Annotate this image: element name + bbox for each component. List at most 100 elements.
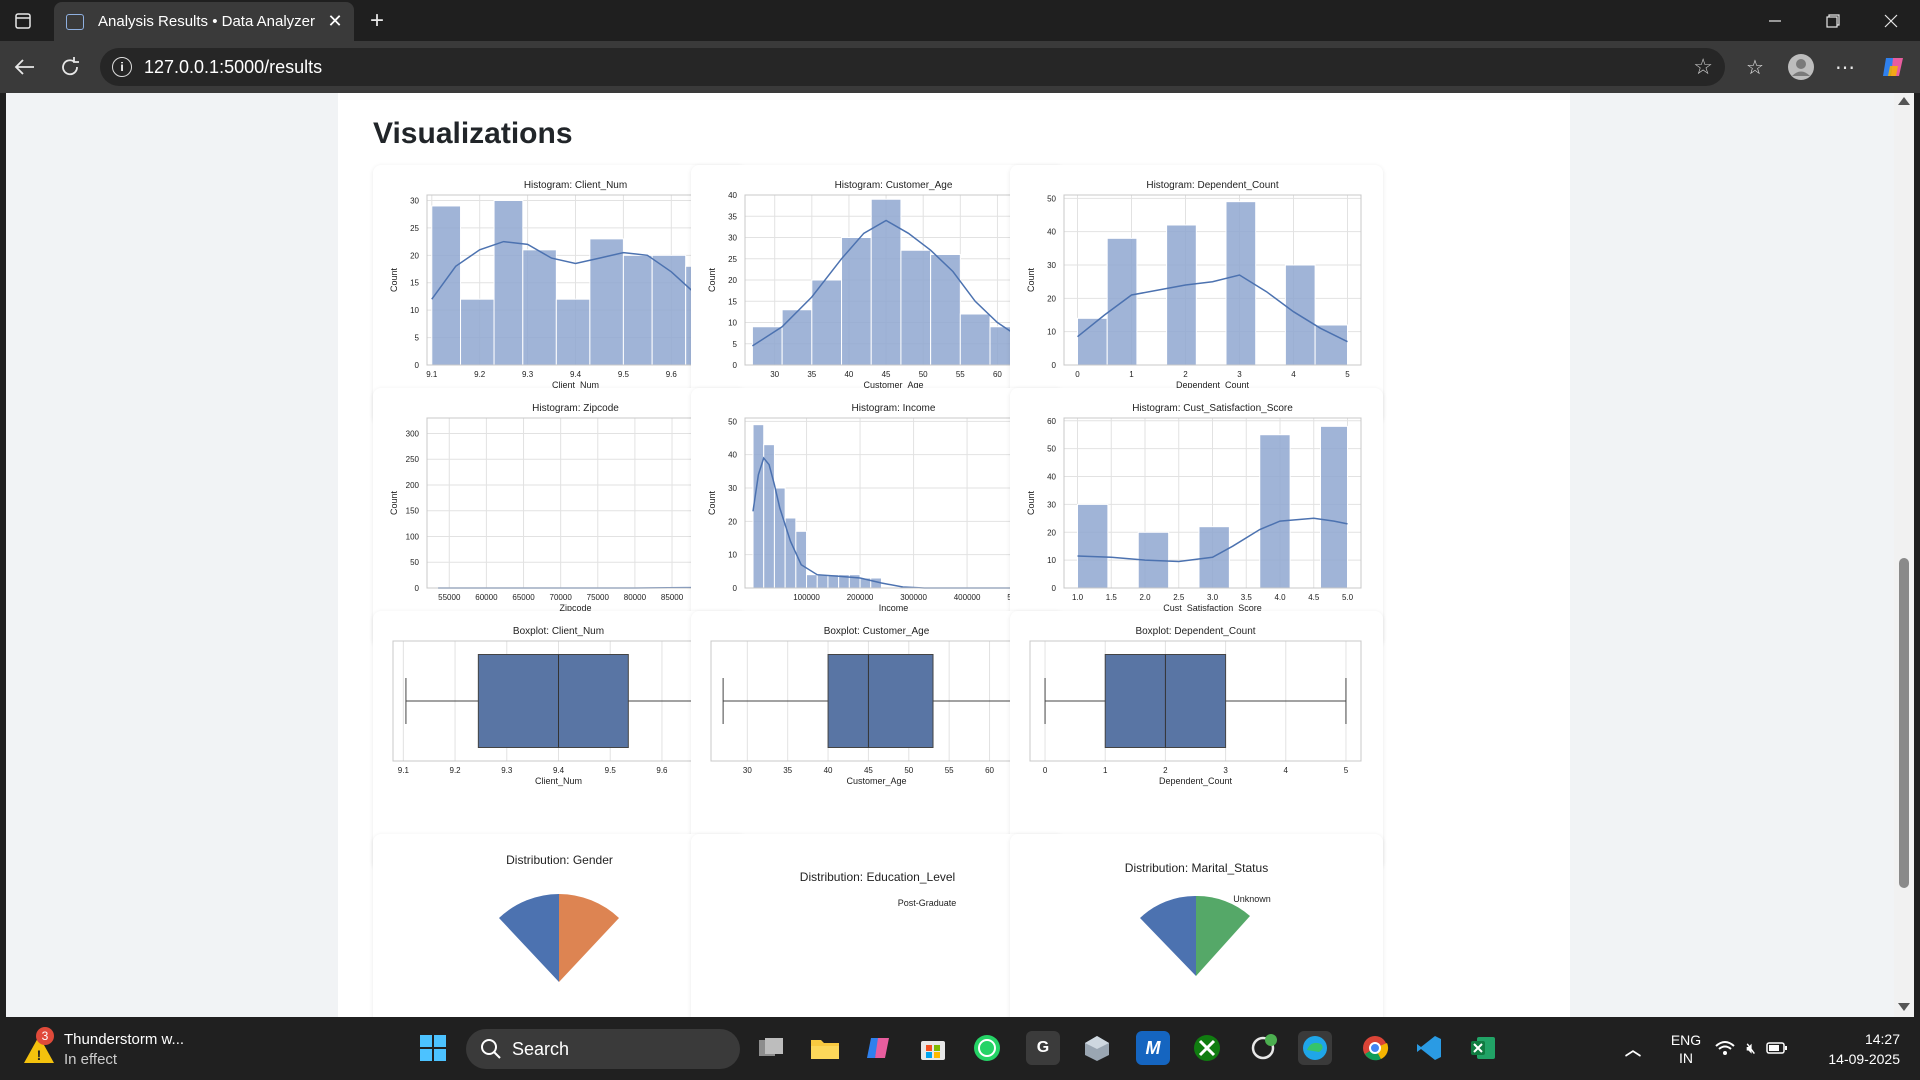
y-tick-label: 0 [415,584,420,593]
chrome-icon[interactable] [1358,1031,1392,1065]
y-axis-label: Count [1026,268,1036,293]
histogram-bar [1077,503,1109,589]
x-tick-label: 9.2 [474,370,486,379]
clock-time: 14:27 [1864,1031,1900,1047]
chart-title: Distribution: Marital_Status [1125,861,1268,875]
chart-card-histogram-income: Histogram: Income 0 10 20 30 40 50 Count 100000 2… [691,388,1064,646]
whatsapp-icon[interactable] [970,1031,1004,1065]
x-tick-label: 80000 [624,593,647,602]
x-tick-label: 1 [1103,766,1108,775]
y-tick-label: 50 [728,417,737,426]
chart-title: Histogram: Customer_Age [835,180,953,191]
tab-close-icon[interactable]: ✕ [324,11,346,32]
y-tick-label: 30 [728,484,737,493]
language-indicator[interactable]: ENG IN [1666,1031,1706,1067]
reload-icon[interactable] [56,54,84,80]
vscode-icon[interactable] [1412,1031,1446,1065]
favorites-icon[interactable]: ☆ [1740,54,1770,80]
volume-muted-icon[interactable]: 🔇︎ [1738,1031,1764,1065]
histogram-bar [522,249,557,366]
page-favicon-icon [66,13,84,30]
y-tick-label: 0 [1052,584,1057,593]
histogram-bar [900,249,932,366]
histogram-bar [651,254,687,366]
chart-card-boxplot-dependent-count: Boxplot: Dependent_Count 0 1 2 3 4 5 Dependent_… [1010,611,1383,869]
chart-svg: Histogram: Customer_Age 0 5 10 15 20 25 30 35 40 C… [707,180,1043,390]
histogram-bar [841,237,872,366]
microsoft-store-icon[interactable] [916,1031,950,1065]
chart-svg: Boxplot: Customer_Age3035404550556065Cus… [710,626,1043,786]
x-tick-label: 35 [807,370,816,379]
wifi-icon[interactable] [1712,1031,1738,1065]
histogram-bar [816,574,829,589]
start-windows-icon[interactable] [416,1031,450,1065]
show-hidden-icons-icon[interactable]: ︿ [1616,1031,1650,1065]
x-tick-label: 40 [824,766,833,775]
weather-widget[interactable]: ! 3 Thunderstorm w... In effect [22,1027,202,1071]
more-options-icon[interactable]: ⋯ [1830,54,1860,80]
x-tick-label: 0 [1043,766,1048,775]
m-app-icon[interactable]: M [1136,1031,1170,1065]
histogram-bar [431,205,462,366]
histogram-bar [1314,324,1349,366]
site-info-icon[interactable]: i [112,57,132,77]
task-view-icon[interactable] [754,1031,788,1065]
histogram-bar [1259,434,1291,589]
x-tick-label: 2 [1163,766,1168,775]
weather-badge: 3 [36,1027,54,1045]
edge-browser-icon[interactable] [1298,1031,1332,1065]
chatgpt-icon[interactable] [1246,1031,1280,1065]
y-tick-label: 15 [728,297,737,306]
x-tick-label: 30 [743,766,752,775]
scroll-down-arrow-icon[interactable] [1898,1003,1910,1011]
clock[interactable]: 14:27 14-09-2025 [1800,1029,1900,1069]
y-tick-label: 50 [410,558,419,567]
copilot-icon[interactable] [1878,52,1908,82]
histogram-bar [555,298,591,366]
x-tick-label: 3.0 [1207,593,1219,602]
cube-app-icon[interactable] [1080,1031,1114,1065]
histogram-bar [795,530,808,589]
browser-titlebar: Analysis Results • Data Analyzer ✕ + [0,0,1920,41]
favorite-star-icon[interactable]: ☆ [1693,54,1713,80]
scroll-up-arrow-icon[interactable] [1898,97,1910,105]
y-tick-label: 20 [1047,528,1056,537]
page-scrollbar[interactable] [1894,93,1914,1017]
copilot-app-icon[interactable] [862,1031,896,1065]
x-tick-label: 9.5 [618,370,630,379]
x-axis-label: Dependent_Count [1159,776,1233,786]
x-tick-label: 9.1 [426,370,438,379]
excel-icon[interactable] [1466,1031,1500,1065]
histogram-bar [589,238,624,366]
y-tick-label: 15 [410,279,419,288]
x-tick-label: 30 [770,370,779,379]
chart-title: Distribution: Education_Level [800,870,955,884]
x-axis-label: Customer_Age [846,776,906,786]
taskbar-search[interactable]: Search [466,1029,740,1069]
url-bar[interactable]: i 127.0.0.1:5000/results ☆ [100,48,1725,86]
x-tick-label: 4.5 [1308,593,1320,602]
tab-actions-icon[interactable] [12,10,34,32]
close-window-icon[interactable] [1876,8,1906,34]
minimize-icon[interactable] [1760,8,1790,34]
histogram-bar [460,298,495,366]
file-explorer-icon[interactable] [808,1031,842,1065]
x-tick-label: 9.6 [666,370,678,379]
scrollbar-thumb[interactable] [1899,558,1909,888]
new-tab-icon[interactable]: + [364,7,390,34]
profile-avatar-icon[interactable] [1786,52,1816,82]
back-arrow-icon[interactable] [10,54,38,80]
restore-icon[interactable] [1818,8,1848,34]
browser-tab[interactable]: Analysis Results • Data Analyzer ✕ [54,2,354,41]
histogram-bar [1198,526,1230,589]
url-text[interactable]: 127.0.0.1:5000/results [144,57,322,78]
g-app-icon[interactable]: G [1026,1031,1060,1065]
chart-card-histogram-cust-satisfaction-score: Histogram: Cust_Satisfaction_Score 0 10 20 3… [1010,388,1383,646]
pie-label: Unknown [1233,894,1271,904]
xbox-icon[interactable] [1190,1031,1224,1065]
x-tick-label: 4 [1291,370,1296,379]
chart-title: Histogram: Income [852,403,936,414]
chart-svg: Distribution: Marital_Status Unknown [1125,861,1271,976]
battery-icon[interactable] [1764,1031,1790,1065]
x-tick-label: 45 [864,766,873,775]
